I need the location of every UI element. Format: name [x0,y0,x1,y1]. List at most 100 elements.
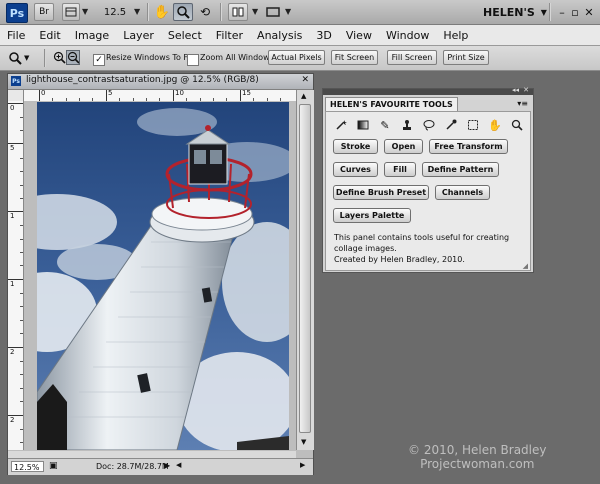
status-scroll-right-icon[interactable]: ▶ [300,461,305,469]
ruler-tick [173,90,174,101]
zoom-icon[interactable] [510,118,524,132]
menu-filter[interactable]: Filter [209,29,250,42]
zoom-all-windows-checkbox[interactable] [187,54,199,66]
restore-icon[interactable]: ▫ [569,6,581,19]
minimize-icon[interactable]: – [556,6,568,19]
document-window: Ps lighthouse_contrastsaturation.jpg @ 1… [7,73,314,475]
wand-icon[interactable] [334,118,348,132]
view-extras-button[interactable] [62,3,80,21]
panel-description-line2: Created by Helen Bradley, 2010. [334,255,465,264]
document-close-icon[interactable]: ✕ [301,75,309,85]
screen-mode-arrow-icon[interactable]: ▼ [285,7,291,16]
application-bar: Ps Br ▼ 12.5 ▼ ✋ ⟲ ▼ ▼ HELEN'S ▼ – ▫ ✕ [0,0,600,25]
define-brush-preset-button[interactable]: Define Brush Preset [333,185,429,200]
menu-help[interactable]: Help [436,29,475,42]
menu-layer[interactable]: Layer [116,29,161,42]
separator [44,49,46,67]
brush-icon[interactable]: ✎ [378,118,392,132]
scroll-up-icon[interactable]: ▲ [301,92,306,100]
zoom-level-field[interactable]: 12.5 [100,3,130,21]
menu-file[interactable]: File [0,29,32,42]
panel-description: This panel contains tools useful for cre… [334,232,524,265]
rotate-view-button[interactable]: ⟲ [196,3,214,21]
resize-windows-label: Resize Windows To Fit [106,53,193,62]
stamp-icon[interactable] [400,118,414,132]
vertical-scrollbar[interactable]: ▲ ▼ [296,90,314,450]
fill-screen-button[interactable]: Fill Screen [387,50,437,65]
status-arrow-icon[interactable]: ▶ [164,461,170,470]
open-button[interactable]: Open [384,139,423,154]
channels-button[interactable]: Channels [435,185,490,200]
doc-size-info: Doc: 28.7M/28.7M [96,462,169,471]
bridge-button[interactable]: Br [34,3,54,21]
curves-button[interactable]: Curves [333,162,378,177]
gradient-icon[interactable] [356,118,370,132]
favourite-tools-panel: ◂◂ ✕ HELEN'S FAVOURITE TOOLS ▾≡ ✎ ✋ Stro… [322,86,534,273]
lasso-icon[interactable] [422,118,436,132]
status-menu-icon[interactable]: ▣ [49,461,58,471]
ruler-tick [106,90,107,101]
lighthouse-photo[interactable] [37,102,289,450]
separator [549,3,551,21]
stroke-button[interactable]: Stroke [333,139,378,154]
actual-pixels-button[interactable]: Actual Pixels [268,50,325,65]
ruler-number: 0 [41,90,46,97]
separator [147,3,149,21]
status-scroll-left-icon[interactable]: ◀ [176,461,181,469]
vertical-ruler[interactable]: 0 5 1 1 2 2 [8,101,24,450]
ruler-number: 1 [10,280,15,288]
view-extras-icon [65,7,77,17]
menu-window[interactable]: Window [379,29,436,42]
separator [220,3,222,21]
menu-select[interactable]: Select [161,29,209,42]
layers-palette-button[interactable]: Layers Palette [333,208,411,223]
menu-image[interactable]: Image [68,29,116,42]
zoom-tool-button[interactable] [173,3,193,21]
document-tab[interactable]: Ps lighthouse_contrastsaturation.jpg @ 1… [8,74,313,90]
ruler-number: 10 [175,90,184,97]
collapse-panel-icon[interactable]: ◂◂ [512,86,519,94]
close-icon[interactable]: ✕ [583,6,595,19]
vertical-scroll-thumb[interactable] [299,104,311,433]
zoom-out-icon [67,51,79,64]
eyedropper-icon[interactable] [444,118,458,132]
fill-button[interactable]: Fill [384,162,416,177]
panel-tab[interactable]: HELEN'S FAVOURITE TOOLS [325,97,458,112]
screen-mode-button[interactable] [264,3,282,21]
zoom-in-button[interactable] [52,50,66,65]
panel-menu-icon[interactable]: ▾≡ [517,99,528,108]
lighthouse-image [37,102,289,450]
menu-3d[interactable]: 3D [309,29,338,42]
ruler-number: 2 [10,348,15,356]
screen-mode-icon [266,7,280,17]
zoom-out-button[interactable] [66,50,80,65]
watermark-line1: © 2010, Helen Bradley [408,443,547,457]
document-title: lighthouse_contrastsaturation.jpg @ 12.5… [26,75,259,85]
close-panel-icon[interactable]: ✕ [523,86,529,94]
menu-edit[interactable]: Edit [32,29,67,42]
workspace-switcher[interactable]: HELEN'S ▼ [483,3,547,21]
hand-tool-button[interactable]: ✋ [153,3,171,21]
arrange-documents-button[interactable] [228,3,248,21]
free-transform-button[interactable]: Free Transform [429,139,508,154]
tool-preset-picker[interactable]: ▼ [8,50,34,66]
define-pattern-button[interactable]: Define Pattern [422,162,499,177]
menu-view[interactable]: View [339,29,379,42]
zoom-level-arrow-icon[interactable]: ▼ [134,7,140,16]
tool-preset-arrow-icon: ▼ [24,54,30,62]
zoom-icon [177,6,190,19]
zoom-percent-field[interactable]: 12.5% [11,461,44,472]
scroll-down-icon[interactable]: ▼ [301,438,306,446]
resize-windows-checkbox[interactable]: ✓ [93,54,105,66]
arrange-documents-arrow-icon[interactable]: ▼ [252,7,258,16]
marquee-icon[interactable] [466,118,480,132]
panel-header-strip[interactable]: ◂◂ ✕ [323,86,533,95]
print-size-button[interactable]: Print Size [443,50,489,65]
hand-icon[interactable]: ✋ [488,118,502,132]
view-extras-arrow-icon[interactable]: ▼ [82,7,88,16]
ruler-number: 5 [108,90,113,97]
horizontal-scrollbar[interactable] [8,451,296,458]
panel-resize-grip-icon[interactable]: ◢ [523,262,528,270]
fit-screen-button[interactable]: Fit Screen [331,50,378,65]
menu-analysis[interactable]: Analysis [250,29,309,42]
